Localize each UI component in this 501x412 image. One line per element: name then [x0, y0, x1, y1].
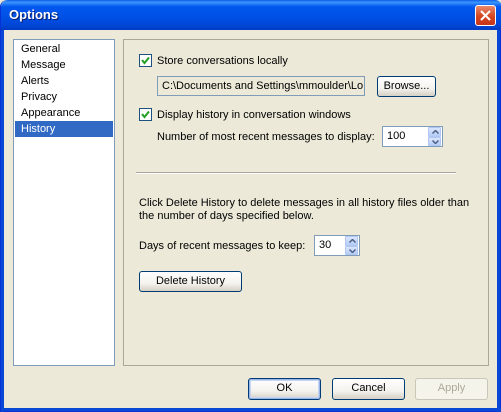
- frame-bottom-border: [1, 408, 501, 411]
- days-to-keep-value[interactable]: 30: [314, 235, 344, 256]
- apply-button[interactable]: Apply: [415, 378, 488, 400]
- cancel-button[interactable]: Cancel: [332, 378, 405, 400]
- chevron-down-icon: [432, 139, 439, 144]
- section-separator: [136, 172, 456, 174]
- checkmark-icon: [141, 110, 150, 119]
- store-locally-checkbox[interactable]: [139, 54, 152, 67]
- display-history-checkbox[interactable]: [139, 108, 152, 121]
- spin-down-button[interactable]: [345, 245, 358, 255]
- history-path-field[interactable]: C:\Documents and Settings\mmoulder\Lo: [157, 76, 365, 96]
- recent-messages-arrows: [427, 126, 443, 147]
- category-item-history[interactable]: History: [15, 121, 113, 137]
- store-locally-row[interactable]: Store conversations locally: [139, 54, 288, 67]
- close-icon: [480, 10, 491, 21]
- days-to-keep-arrows: [344, 235, 360, 256]
- recent-messages-value[interactable]: 100: [382, 126, 427, 147]
- recent-messages-label: Number of most recent messages to displa…: [157, 131, 375, 143]
- days-to-keep-spinner[interactable]: 30: [314, 235, 360, 256]
- category-item-privacy[interactable]: Privacy: [15, 89, 113, 105]
- store-locally-label: Store conversations locally: [157, 54, 288, 67]
- options-dialog: Options General Message Alerts Privacy A…: [0, 0, 501, 412]
- spin-up-button[interactable]: [428, 127, 441, 137]
- frame-right-border: [497, 30, 500, 412]
- delete-description-line1: Click Delete History to delete messages …: [139, 197, 470, 209]
- chevron-up-icon: [349, 239, 356, 243]
- display-history-row[interactable]: Display history in conversation windows: [139, 108, 351, 121]
- close-button[interactable]: [475, 5, 496, 26]
- ok-button[interactable]: OK: [248, 378, 321, 400]
- category-item-appearance[interactable]: Appearance: [15, 105, 113, 121]
- chevron-down-icon: [349, 248, 356, 253]
- checkmark-icon: [141, 56, 150, 65]
- days-to-keep-label: Days of recent messages to keep:: [139, 240, 306, 252]
- delete-description-line2: the number of days specified below.: [139, 210, 314, 222]
- chevron-up-icon: [432, 130, 439, 134]
- spin-down-button[interactable]: [428, 136, 441, 146]
- window-title: Options: [9, 7, 59, 22]
- spin-up-button[interactable]: [345, 236, 358, 246]
- category-item-message[interactable]: Message: [15, 57, 113, 73]
- category-item-alerts[interactable]: Alerts: [15, 73, 113, 89]
- browse-button[interactable]: Browse...: [377, 76, 436, 97]
- category-item-general[interactable]: General: [15, 41, 113, 57]
- frame-left-border: [1, 30, 4, 412]
- recent-messages-spinner[interactable]: 100: [382, 126, 443, 147]
- title-bar[interactable]: Options: [1, 0, 501, 30]
- category-list[interactable]: General Message Alerts Privacy Appearanc…: [13, 39, 115, 366]
- delete-history-button[interactable]: Delete History: [139, 271, 242, 292]
- display-history-label: Display history in conversation windows: [157, 108, 351, 121]
